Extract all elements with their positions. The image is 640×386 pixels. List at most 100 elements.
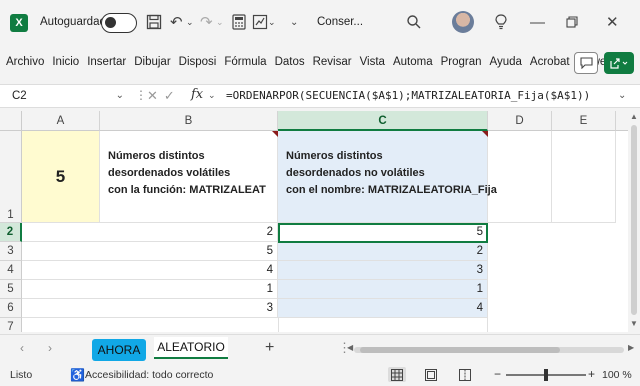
cell-a3[interactable] xyxy=(22,242,100,261)
ribbon-tab-archivo[interactable]: Archivo xyxy=(6,56,44,68)
column-header-d[interactable]: D xyxy=(488,111,552,131)
ribbon-tab-progran[interactable]: Progran xyxy=(441,56,482,68)
vertical-scroll-thumb[interactable] xyxy=(631,125,637,315)
close-icon[interactable]: ✕ xyxy=(606,12,619,32)
row-header-5[interactable]: 5 xyxy=(0,280,22,299)
ribbon-tab-disposi[interactable]: Disposi xyxy=(179,56,217,68)
cell-c6[interactable]: 4 xyxy=(278,299,488,318)
cell-b1[interactable]: Números distintos desordenados volátiles… xyxy=(100,131,278,223)
cell-b4[interactable]: 4 xyxy=(100,261,278,280)
horizontal-scroll-thumb[interactable] xyxy=(360,347,560,353)
cell-c7[interactable] xyxy=(278,318,488,332)
insert-function-button[interactable]: fx xyxy=(191,87,203,102)
spreadsheet-grid[interactable]: A B C D E 1 2 3 4 5 6 7 5 Números distin… xyxy=(0,111,628,332)
next-sheet-icon[interactable]: › xyxy=(48,341,52,355)
row-header-7[interactable]: 7 xyxy=(0,318,22,332)
customize-toolbar-icon[interactable]: ⌄ xyxy=(290,12,298,32)
sheet-tab-ahora[interactable]: AHORA xyxy=(92,339,146,361)
accessibility-icon[interactable]: ♿ xyxy=(70,368,85,382)
column-header-e[interactable]: E xyxy=(552,111,616,131)
file-name[interactable]: Conser... xyxy=(317,16,363,28)
ribbon-tab-datos[interactable]: Datos xyxy=(275,56,305,68)
row-header-2[interactable]: 2 xyxy=(0,223,22,242)
cell-b2[interactable]: 2 xyxy=(100,223,278,242)
select-all-corner[interactable] xyxy=(0,111,22,131)
previous-sheet-icon[interactable]: ‹ xyxy=(20,341,24,355)
page-layout-view-icon[interactable] xyxy=(422,367,440,382)
row-header-3[interactable]: 3 xyxy=(0,242,22,261)
zoom-slider-handle[interactable] xyxy=(544,369,548,381)
cell-e1[interactable] xyxy=(552,131,616,223)
cell-c1[interactable]: Números distintos desordenados no voláti… xyxy=(278,131,497,223)
function-dropdown-icon[interactable]: ⌄ xyxy=(208,90,216,101)
ribbon-tab-insertar[interactable]: Insertar xyxy=(87,56,126,68)
ribbon-tab-automa[interactable]: Automa xyxy=(393,56,433,68)
ribbon-tab-vista[interactable]: Vista xyxy=(360,56,385,68)
restore-icon[interactable] xyxy=(566,12,578,32)
row-header-4[interactable]: 4 xyxy=(0,261,22,280)
ribbon-tab-inicio[interactable]: Inicio xyxy=(52,56,79,68)
cell-a5[interactable] xyxy=(22,280,100,299)
cell-b5[interactable]: 1 xyxy=(100,280,278,299)
normal-view-icon[interactable] xyxy=(388,367,406,382)
user-avatar[interactable] xyxy=(452,11,474,33)
minimize-icon[interactable]: — xyxy=(530,12,545,32)
cell-b1-line-1: Números distintos xyxy=(108,150,205,162)
row-header-6[interactable]: 6 xyxy=(0,299,22,318)
column-header-c[interactable]: C xyxy=(278,111,488,131)
column-header-a[interactable]: A xyxy=(22,111,100,131)
column-header-f-partial[interactable] xyxy=(616,111,628,131)
share-button[interactable] xyxy=(604,52,634,74)
name-box[interactable]: C2 ⌄ xyxy=(8,87,126,107)
ribbon-tab-dibujar[interactable]: Dibujar xyxy=(134,56,170,68)
sheet-tab-aleatorio[interactable]: ALEATORIO xyxy=(154,337,228,359)
chart-dropdown-icon[interactable]: ⌄ xyxy=(268,12,276,32)
add-sheet-button[interactable]: + xyxy=(265,339,274,357)
scroll-left-icon[interactable]: ◀ xyxy=(347,343,353,352)
lightbulb-icon[interactable] xyxy=(494,12,508,32)
scroll-right-icon[interactable]: ▶ xyxy=(628,343,634,352)
cancel-enter-icons[interactable]: ✕✓ xyxy=(147,88,181,104)
name-box-dropdown-icon[interactable]: ⌄ xyxy=(116,90,124,101)
ribbon-tab-ayuda[interactable]: Ayuda xyxy=(490,56,522,68)
cell-c4[interactable]: 3 xyxy=(278,261,488,280)
cell-c3[interactable]: 2 xyxy=(278,242,488,261)
accessibility-status[interactable]: Accesibilidad: todo correcto xyxy=(85,369,213,381)
scroll-up-icon[interactable]: ▲ xyxy=(630,112,638,121)
row-header-1[interactable]: 1 xyxy=(0,131,22,223)
redo-dropdown-icon[interactable]: ⌄ xyxy=(216,12,224,32)
column-header-b[interactable]: B xyxy=(100,111,278,131)
page-break-view-icon[interactable] xyxy=(456,367,474,382)
cell-b6[interactable]: 3 xyxy=(100,299,278,318)
expand-formula-bar-icon[interactable]: ⌄ xyxy=(618,90,626,101)
cell-a1[interactable]: 5 xyxy=(22,131,100,223)
ribbon-tab-revisar[interactable]: Revisar xyxy=(313,56,352,68)
zoom-level[interactable]: 100 % xyxy=(602,369,632,381)
ribbon-tab-acrobat[interactable]: Acrobat xyxy=(530,56,570,68)
undo-dropdown-icon[interactable]: ⌄ xyxy=(186,12,194,32)
cell-c5[interactable]: 1 xyxy=(278,280,488,299)
save-icon[interactable] xyxy=(146,12,162,32)
cell-d1[interactable] xyxy=(488,131,552,223)
cell-c1-line-1: Números distintos xyxy=(286,150,383,162)
undo-icon[interactable]: ↶ xyxy=(170,12,183,32)
scroll-down-icon[interactable]: ▼ xyxy=(630,319,638,328)
vertical-scrollbar[interactable]: ▲ ▼ xyxy=(628,111,640,332)
search-icon[interactable] xyxy=(406,12,422,32)
redo-icon[interactable]: ↷ xyxy=(200,12,213,32)
comments-button[interactable] xyxy=(574,52,598,74)
chart-icon[interactable] xyxy=(252,12,268,32)
status-bar: Listo ♿ Accesibilidad: todo correcto − +… xyxy=(0,364,640,386)
autosave-toggle[interactable] xyxy=(101,13,137,33)
formula-input[interactable]: =ORDENARPOR(SECUENCIA($A$1);MATRIZALEATO… xyxy=(226,89,590,102)
zoom-out-button[interactable]: − xyxy=(494,367,501,381)
ribbon-tab-f-rmula[interactable]: Fórmula xyxy=(224,56,266,68)
cell-a4[interactable] xyxy=(22,261,100,280)
zoom-in-button[interactable]: + xyxy=(588,367,595,381)
cell-b3[interactable]: 5 xyxy=(100,242,278,261)
calculator-icon[interactable] xyxy=(232,12,246,32)
cell-a6[interactable] xyxy=(22,299,100,318)
formula-bar-options-icon[interactable]: ⋮ xyxy=(135,88,147,102)
ribbon-tab-list: Archivo Inicio Insertar Dibujar Disposi Fórmu… xyxy=(6,56,629,68)
cell-a2[interactable] xyxy=(22,223,100,242)
